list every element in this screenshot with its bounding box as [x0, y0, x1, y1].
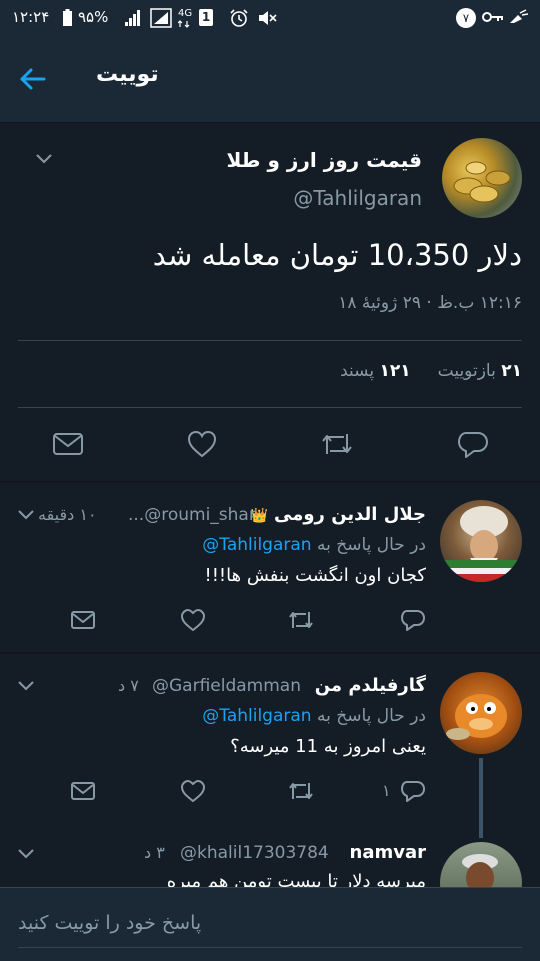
avatar[interactable] [440, 672, 522, 754]
replying-to-link[interactable]: @Tahlilgaran [202, 535, 311, 555]
key-icon [482, 12, 503, 22]
back-arrow-icon[interactable] [18, 64, 48, 94]
replying-label: در حال پاسخ به [316, 706, 426, 726]
cleaner-icon [510, 9, 529, 23]
reply-icon[interactable] [456, 429, 490, 459]
reply-handle[interactable]: ...@roumi_shar [128, 505, 256, 525]
reply-handle[interactable]: @Garfieldamman [152, 676, 301, 696]
battery-icon [63, 9, 72, 26]
status-bar: ۱۲:۲۴ ۹۵% 4G 1 ۷ [0, 0, 540, 36]
battery-level: ۹۵% [78, 8, 109, 26]
tweet-timestamp: ۱۲:۱۶ ب.ظ · ۲۹ ژوئیهٔ ۱۸ [338, 293, 522, 313]
divider [18, 407, 522, 408]
reply-text: کجان اون انگشت بنفش ها!!! [204, 565, 427, 586]
reply-input[interactable]: پاسخ خود را توییت کنید [18, 902, 522, 948]
avatar-illustration [440, 506, 522, 582]
like-icon[interactable] [180, 779, 206, 803]
dm-icon[interactable] [52, 430, 84, 458]
mute-icon [259, 11, 277, 25]
chevron-down-icon[interactable] [34, 152, 54, 166]
like-icon[interactable] [180, 608, 206, 632]
like-count[interactable]: ۱۲۱ [379, 361, 410, 381]
tweet-stats: ۲۱ بازتوییت ۱۲۱ پسند [340, 361, 522, 381]
chevron-down-icon[interactable] [16, 847, 36, 861]
retweet-label[interactable]: بازتوییت [438, 361, 496, 381]
reply-display-name[interactable]: گارفیلدم من [315, 675, 426, 696]
data-arrows-icon [178, 20, 190, 28]
handle[interactable]: @Tahlilgaran [293, 186, 422, 210]
reply-header: جلال الدين رومی 👑 [251, 504, 426, 525]
avatar[interactable] [440, 500, 522, 582]
reply-icon[interactable] [399, 608, 427, 632]
retweet-count[interactable]: ۲۱ [501, 361, 522, 381]
signal-icon [125, 10, 140, 26]
reply-display-name[interactable]: namvar [350, 842, 426, 863]
reply-time: ۷ د [118, 676, 139, 695]
chevron-down-icon[interactable] [16, 508, 36, 522]
avatar[interactable] [442, 138, 522, 218]
signal-box-icon [150, 8, 172, 28]
replying-to-line: در حال پاسخ به @Tahlilgaran [202, 706, 426, 726]
reply-text: یعنی امروز به 11 میرسه؟ [230, 736, 426, 757]
reply-time: ۱۰ دقیقه [38, 505, 97, 524]
thread-line [479, 758, 483, 838]
replying-label: در حال پاسخ به [316, 535, 426, 555]
coins-image [453, 161, 511, 203]
replying-to-line: در حال پاسخ به @Tahlilgaran [202, 535, 426, 555]
tweet-text: دلار 10،350 تومان معامله شد [152, 238, 522, 272]
reply-display-name[interactable]: جلال الدين رومی [274, 504, 426, 525]
reply-count: ۱ [382, 781, 391, 800]
display-name[interactable]: قیمت روز ارز و طلا [227, 148, 423, 172]
app-header: توییت [0, 36, 540, 123]
replying-to-link[interactable]: @Tahlilgaran [202, 706, 311, 726]
reply-composer-bar: پاسخ خود را توییت کنید [0, 887, 540, 961]
section-divider [0, 481, 540, 483]
alarm-icon [230, 9, 248, 27]
dm-icon[interactable] [70, 780, 96, 802]
page-title: توییت [96, 62, 159, 87]
like-icon[interactable] [186, 429, 218, 459]
reply-time: ۳ د [144, 843, 165, 862]
notification-badge: ۷ [456, 8, 476, 28]
retweet-icon[interactable] [320, 430, 354, 458]
reply-handle[interactable]: @khalil17303784 [180, 843, 329, 863]
chevron-down-icon[interactable] [16, 679, 36, 693]
dm-icon[interactable] [70, 609, 96, 631]
garfield-image [446, 694, 507, 740]
retweet-icon[interactable] [287, 780, 315, 802]
status-time: ۱۲:۲۴ [12, 8, 50, 26]
retweet-icon[interactable] [287, 609, 315, 631]
like-label[interactable]: پسند [340, 361, 374, 381]
sim-badge: 1 [199, 9, 213, 26]
divider [18, 340, 522, 341]
section-divider [0, 652, 540, 654]
reply-icon[interactable] [399, 779, 427, 803]
network-type: 4G [178, 8, 193, 19]
